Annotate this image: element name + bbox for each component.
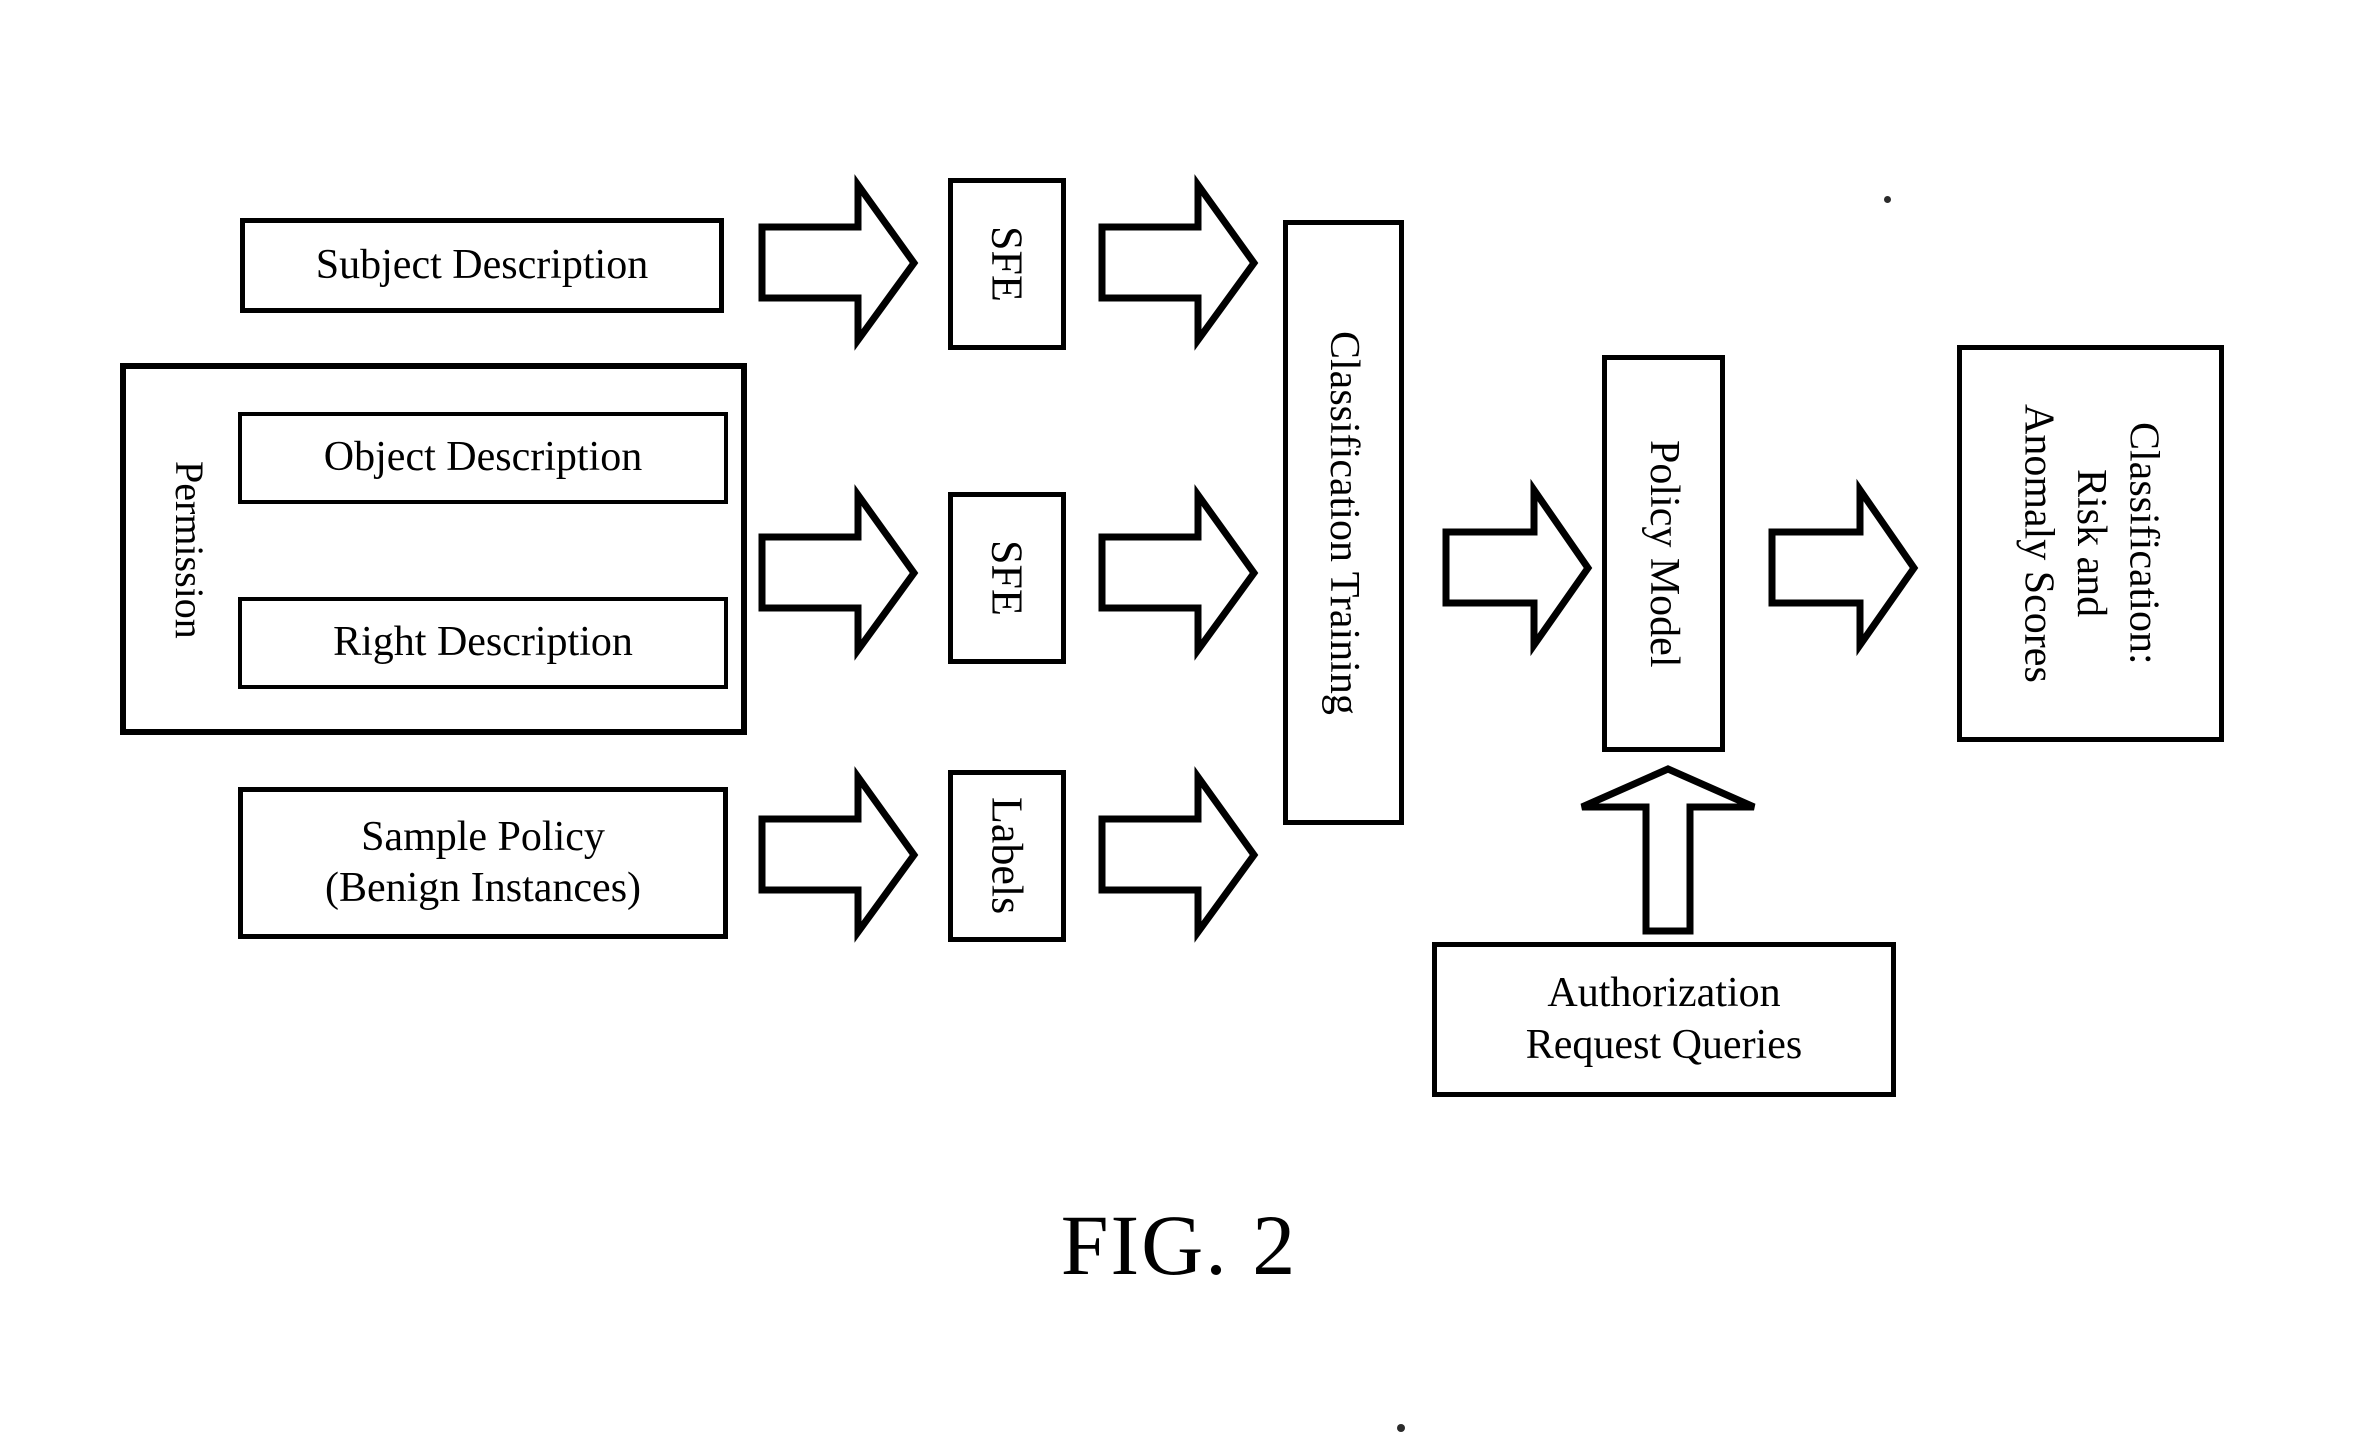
figure-caption: FIG. 2 [0,1195,2358,1295]
node-object-description-label: Object Description [323,434,643,481]
node-right-description-label: Right Description [333,619,633,666]
node-subject-description: Subject Description [240,218,724,313]
scan-speck-top [1884,196,1891,203]
figure-caption-text: FIG. 2 [1060,1197,1298,1293]
node-sample-policy-label: Sample Policy (Benign Instances) [324,813,642,911]
node-sfe-top-label: SFE [982,226,1032,302]
scan-speck-bottom [1397,1424,1405,1432]
arrow-training-to-policy-model [1442,478,1593,657]
node-object-description: Object Description [238,412,728,504]
node-sfe-middle: SFE [948,492,1066,664]
arrow-labels-to-training [1098,766,1259,943]
node-permission-group-label: Permission [167,461,212,639]
arrow-sfe-middle-to-training [1098,484,1259,661]
arrow-queries-to-policy-model [1578,765,1758,935]
arrow-subject-to-sfe-top [758,174,919,351]
node-policy-model: Policy Model [1602,355,1725,752]
node-classification-training: Classification Training [1283,220,1404,825]
arrow-policy-model-to-classification [1768,478,1919,657]
node-authorization-request-queries-label: Authorization Request Queries [1525,970,1803,1068]
arrow-sample-policy-to-labels [758,766,919,943]
node-right-description: Right Description [238,597,728,689]
node-classification-output-label: Classification: Risk and Anomaly Scores [2015,404,2167,683]
node-sfe-middle-label: SFE [982,540,1032,616]
node-subject-description-label: Subject Description [315,241,649,288]
node-authorization-request-queries: Authorization Request Queries [1432,942,1896,1097]
node-sfe-top: SFE [948,178,1066,350]
arrow-sfe-top-to-training [1098,174,1259,351]
node-classification-training-label: Classification Training [1320,330,1367,715]
figure-canvas: Subject Description Permission Object De… [0,0,2358,1456]
node-policy-model-label: Policy Model [1640,439,1687,668]
arrow-permission-to-sfe-middle [758,484,919,661]
node-sample-policy: Sample Policy (Benign Instances) [238,787,728,939]
node-labels: Labels [948,770,1066,942]
node-labels-label: Labels [982,797,1032,915]
node-classification-output: Classification: Risk and Anomaly Scores [1957,345,2224,742]
